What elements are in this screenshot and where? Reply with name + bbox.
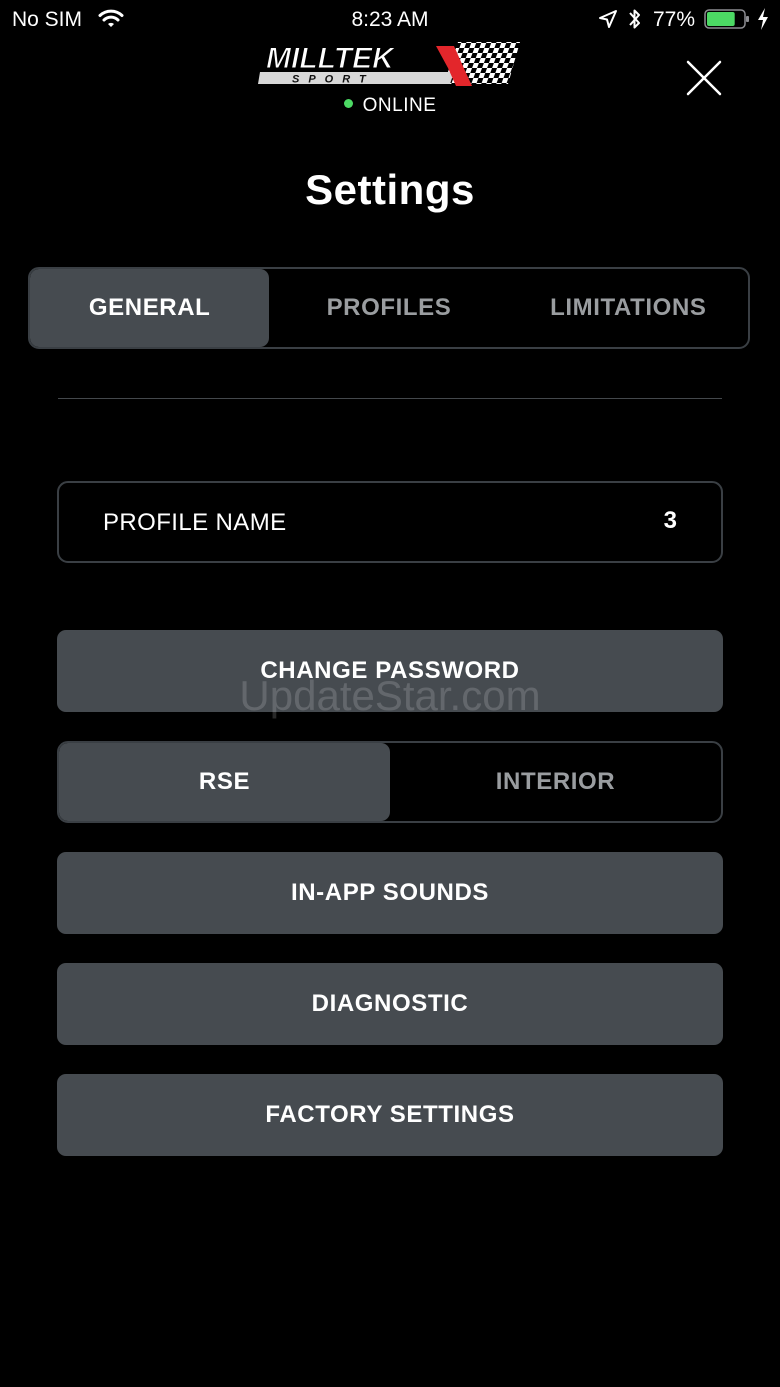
divider <box>58 398 722 399</box>
diagnostic-button[interactable]: DIAGNOSTIC <box>57 963 723 1045</box>
profile-name-field[interactable]: PROFILE NAME 3 <box>57 481 723 563</box>
connection-status-label: ONLINE <box>362 95 437 116</box>
charging-bolt-icon <box>758 8 768 30</box>
in-app-sounds-button[interactable]: IN-APP SOUNDS <box>57 852 723 934</box>
tab-profiles[interactable]: PROFILES <box>269 269 508 347</box>
mode-rse-button[interactable]: RSE <box>59 743 390 821</box>
location-arrow-icon <box>599 10 617 28</box>
connection-status: ONLINE <box>0 95 780 117</box>
tab-limitations[interactable]: LIMITATIONS <box>509 269 748 347</box>
page-title: Settings <box>305 166 475 213</box>
svg-text:MILLTEK: MILLTEK <box>266 42 396 75</box>
status-bar: No SIM 8:23 AM 77% <box>0 0 780 40</box>
tab-general[interactable]: GENERAL <box>30 269 270 347</box>
close-icon[interactable] <box>684 58 724 98</box>
mode-interior-button[interactable]: INTERIOR <box>390 743 721 821</box>
svg-text:SPORT: SPORT <box>292 74 375 86</box>
bluetooth-icon <box>629 9 640 29</box>
settings-tabs: GENERAL PROFILES LIMITATIONS <box>28 267 750 349</box>
online-dot-icon <box>343 99 353 109</box>
factory-settings-button[interactable]: FACTORY SETTINGS <box>57 1074 723 1156</box>
change-password-button[interactable]: CHANGE PASSWORD <box>57 630 723 712</box>
profile-name-value: 3 <box>663 507 677 534</box>
battery-icon <box>704 9 749 29</box>
sound-mode-toggle: RSE INTERIOR <box>57 741 723 823</box>
profile-name-label: PROFILE NAME <box>103 509 287 536</box>
battery-percent: 77% <box>653 8 696 31</box>
milltek-logo: MILLTEK SPORT <box>258 42 520 86</box>
